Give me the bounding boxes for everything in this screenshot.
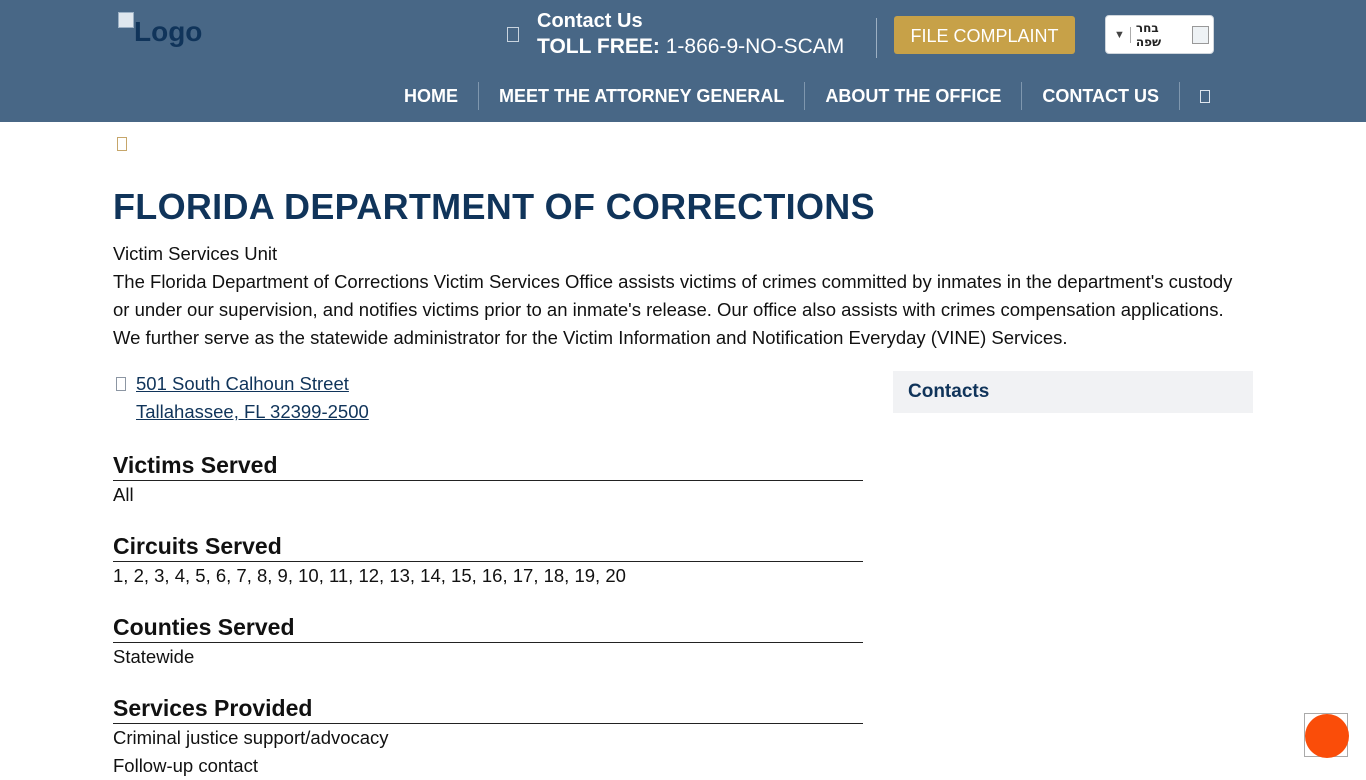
search-icon[interactable] xyxy=(1200,89,1211,103)
contacts-panel: Contacts xyxy=(893,371,1253,413)
nav-about-office[interactable]: ABOUT THE OFFICE xyxy=(805,82,1023,110)
services-provided-section: Services Provided Criminal justice suppo… xyxy=(113,693,863,780)
counties-served-value: Statewide xyxy=(113,646,195,667)
toll-free-label: TOLL FREE: xyxy=(537,35,660,58)
flag-icon xyxy=(1191,25,1209,44)
broken-image-icon xyxy=(118,12,134,28)
chat-icon xyxy=(1305,714,1349,758)
file-complaint-button[interactable]: FILE COMPLAINT xyxy=(894,16,1075,54)
victims-served-section: Victims Served All xyxy=(113,450,863,509)
address: 501 South Calhoun Street Tallahassee, FL… xyxy=(136,370,369,426)
counties-served-section: Counties Served Statewide xyxy=(113,612,863,671)
toll-free-line[interactable]: TOLL FREE: 1-866-9-NO-SCAM xyxy=(537,34,844,60)
contact-info: Contact Us TOLL FREE: 1-866-9-NO-SCAM xyxy=(537,10,844,60)
chat-widget-button[interactable] xyxy=(1304,713,1349,758)
service-item: Criminal justice support/advocacy xyxy=(113,727,389,748)
home-icon[interactable] xyxy=(117,137,127,151)
dropdown-arrow-icon: ▼ xyxy=(1114,28,1125,41)
circuits-served-section: Circuits Served 1, 2, 3, 4, 5, 6, 7, 8, … xyxy=(113,531,863,590)
page-subtitle: Victim Services Unit xyxy=(113,243,278,264)
victims-served-heading: Victims Served xyxy=(113,450,863,481)
service-item: Follow-up contact xyxy=(113,755,258,776)
toll-free-number[interactable]: 1-866-9-NO-SCAM xyxy=(666,35,845,58)
circuits-served-heading: Circuits Served xyxy=(113,531,863,562)
language-separator xyxy=(1129,26,1131,43)
contacts-heading: Contacts xyxy=(908,381,990,402)
services-provided-heading: Services Provided xyxy=(113,693,863,724)
contact-us-heading[interactable]: Contact Us xyxy=(537,10,844,32)
nav-home[interactable]: HOME xyxy=(384,82,479,110)
address-line1-link[interactable]: 501 South Calhoun Street xyxy=(136,370,369,398)
page-title: FLORIDA DEPARTMENT OF CORRECTIONS xyxy=(113,186,875,227)
address-line2-link[interactable]: Tallahassee, FL 32399-2500 xyxy=(136,398,369,426)
phone-icon xyxy=(507,27,519,42)
nav-contact-us[interactable]: CONTACT US xyxy=(1022,82,1181,110)
counties-served-heading: Counties Served xyxy=(113,612,863,643)
site-logo[interactable]: Logo xyxy=(118,12,202,46)
map-marker-icon xyxy=(116,377,126,391)
logo-alt-text: Logo xyxy=(134,16,203,47)
circuits-served-value: 1, 2, 3, 4, 5, 6, 7, 8, 9, 10, 11, 12, 1… xyxy=(113,565,626,586)
language-selector[interactable]: ▼ בחר שפה xyxy=(1105,15,1214,54)
victims-served-value: All xyxy=(113,484,134,505)
main-nav: HOME MEET THE ATTORNEY GENERAL ABOUT THE… xyxy=(384,82,1211,110)
language-label: בחר שפה xyxy=(1135,20,1162,49)
page-description: The Florida Department of Corrections Vi… xyxy=(113,271,1233,348)
intro-text: Victim Services Unit The Florida Departm… xyxy=(113,240,1253,352)
nav-meet-attorney-general[interactable]: MEET THE ATTORNEY GENERAL xyxy=(479,82,806,110)
site-header: Logo Contact Us TOLL FREE: 1-866-9-NO-SC… xyxy=(0,0,1366,122)
header-divider xyxy=(876,18,877,58)
